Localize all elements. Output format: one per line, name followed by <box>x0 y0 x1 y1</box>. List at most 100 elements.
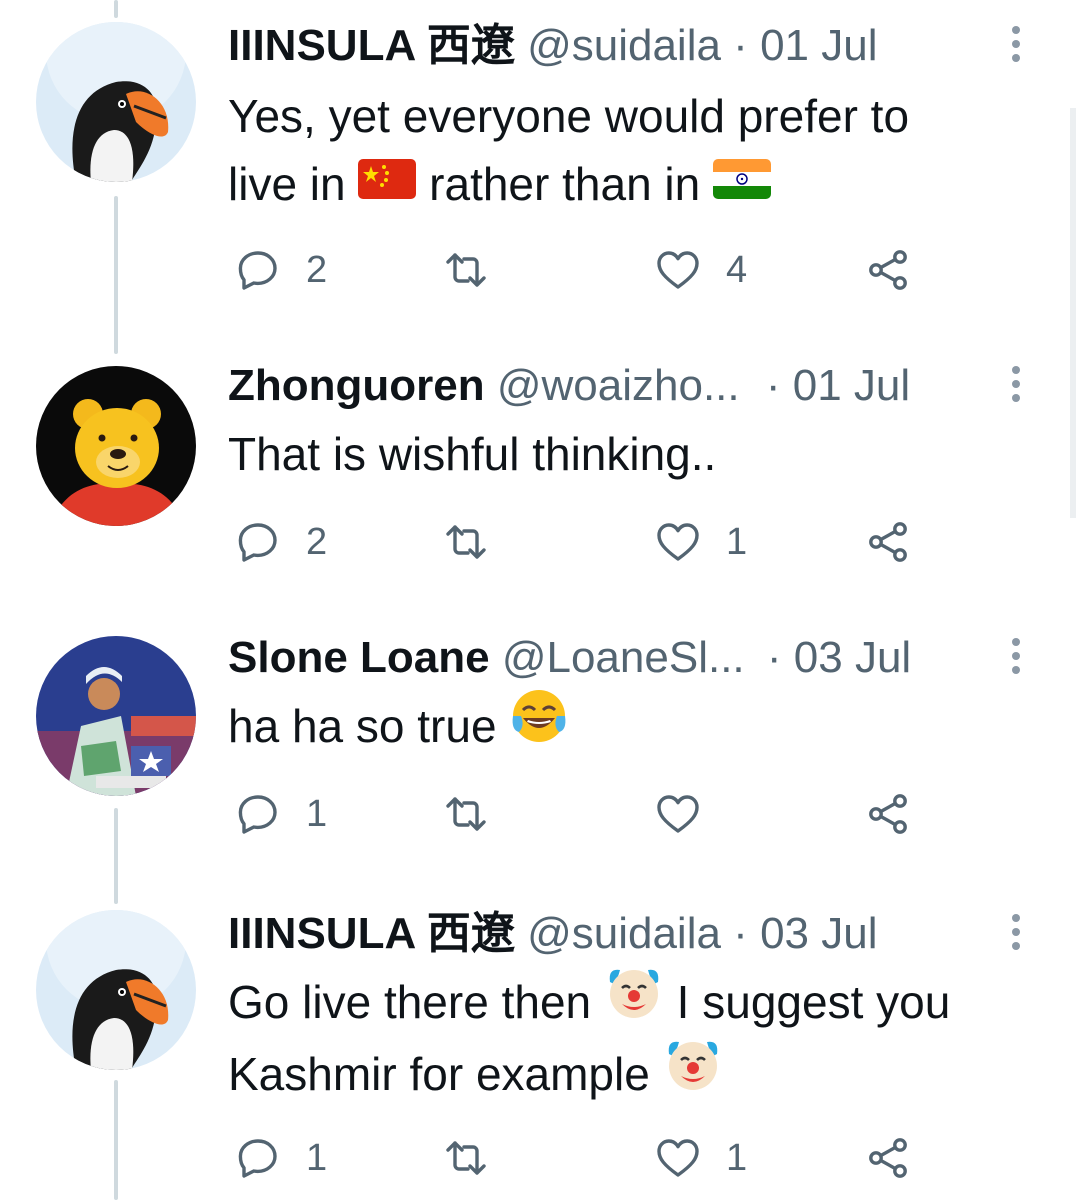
tweet-text: Go live there then I suggest you Kashmir… <box>228 968 1048 1112</box>
tweet-actions: 2 1 <box>228 514 928 570</box>
text-fragment: Kashmir for example <box>228 1047 650 1100</box>
reply-button[interactable]: 1 <box>234 786 327 842</box>
retweet-icon <box>446 525 486 559</box>
display-name[interactable]: IIINSULA 西遼 <box>228 909 515 958</box>
tweet-text-line: Yes, yet everyone would prefer to <box>228 90 910 142</box>
reply-icon <box>238 523 277 562</box>
clown-face-emoji <box>663 1034 723 1112</box>
puffin-avatar-icon <box>36 22 196 182</box>
like-count: 1 <box>726 520 748 563</box>
tweet-text: Yes, yet everyone would prefer to live i… <box>228 82 1048 218</box>
flag-india-emoji <box>713 149 772 217</box>
like-button[interactable]: 4 <box>654 242 747 298</box>
share-button[interactable] <box>864 514 912 570</box>
tweet-1[interactable]: IIINSULA 西遼 @suidaila · 01 Jul Yes, yet … <box>0 0 1076 320</box>
tweet-text-line: ha ha so true <box>228 689 1048 764</box>
separator-dot: · <box>733 909 748 958</box>
more-vertical-icon[interactable] <box>1006 638 1026 682</box>
avatar[interactable] <box>36 366 196 526</box>
anime-character-avatar-icon <box>36 636 196 796</box>
text-fragment: Go live there then <box>228 976 592 1028</box>
separator-dot: · <box>766 633 782 682</box>
retweet-icon <box>446 253 486 287</box>
like-count: 4 <box>726 248 748 291</box>
share-icon <box>869 250 907 290</box>
share-icon <box>869 1138 907 1178</box>
clown-face-emoji <box>604 962 664 1040</box>
retweet-button[interactable] <box>442 242 514 298</box>
tweet-actions: 1 1 <box>228 1130 928 1186</box>
tweet-text-line: Kashmir for example <box>228 1040 1048 1112</box>
more-vertical-icon[interactable] <box>1006 366 1026 410</box>
text-fragment: I suggest you <box>676 976 951 1028</box>
text-fragment: rather than in <box>429 158 701 210</box>
tweet-header: IIINSULA 西遼 @suidaila · 03 Jul <box>228 908 877 960</box>
tweet-header: Zhonguoren @woaizho... · 01 Jul <box>228 360 910 412</box>
reply-count: 2 <box>306 520 328 563</box>
tweet-text-line: Go live there then I suggest you <box>228 968 1048 1040</box>
user-handle[interactable]: @LoaneSl... <box>502 633 745 682</box>
heart-icon <box>657 523 699 561</box>
reply-icon <box>238 251 277 290</box>
avatar[interactable] <box>36 22 196 182</box>
heart-icon <box>657 251 699 289</box>
retweet-button[interactable] <box>442 1130 514 1186</box>
tweet-header: Slone Loane @LoaneSl... · 03 Jul <box>228 632 911 684</box>
tweet-date[interactable]: 01 Jul <box>760 21 877 70</box>
share-button[interactable] <box>864 786 912 842</box>
heart-icon <box>657 1139 699 1177</box>
separator-dot: · <box>765 361 781 410</box>
tweet-date[interactable]: 03 Jul <box>760 909 877 958</box>
reply-count: 1 <box>306 1136 328 1179</box>
reply-icon <box>238 1139 277 1178</box>
tweet-text: That is wishful thinking.. <box>228 420 1048 488</box>
tweet-header: IIINSULA 西遼 @suidaila · 01 Jul <box>228 20 877 72</box>
share-icon <box>869 522 907 562</box>
reply-button[interactable]: 2 <box>234 514 327 570</box>
user-handle[interactable]: @suidaila <box>527 21 721 70</box>
reply-icon <box>238 795 277 834</box>
tweet-date[interactable]: 03 Jul <box>794 633 911 682</box>
heart-icon <box>657 795 699 833</box>
more-vertical-icon[interactable] <box>1006 914 1026 958</box>
share-button[interactable] <box>864 1130 912 1186</box>
share-button[interactable] <box>864 242 912 298</box>
user-handle[interactable]: @woaizho... <box>497 361 740 410</box>
retweet-icon <box>446 1141 486 1175</box>
separator-dot: · <box>733 21 748 70</box>
avatar[interactable] <box>36 636 196 796</box>
like-button[interactable]: 1 <box>654 1130 747 1186</box>
user-handle[interactable]: @suidaila <box>527 909 721 958</box>
reply-button[interactable]: 2 <box>234 242 327 298</box>
tweet-date[interactable]: 01 Jul <box>793 361 910 410</box>
tweet-actions: 1 <box>228 786 928 842</box>
like-button[interactable] <box>654 786 726 842</box>
reply-count: 1 <box>306 792 328 835</box>
avatar[interactable] <box>36 910 196 1070</box>
retweet-button[interactable] <box>442 786 514 842</box>
like-count: 1 <box>726 1136 748 1179</box>
display-name[interactable]: Slone Loane <box>228 633 490 682</box>
tweet-actions: 2 4 <box>228 242 928 298</box>
flag-china-emoji <box>358 149 417 217</box>
retweet-button[interactable] <box>442 514 514 570</box>
tweet-text-line: That is wishful thinking.. <box>228 428 717 480</box>
tweet-2[interactable]: Zhonguoren @woaizho... · 01 Jul That is … <box>0 340 1076 600</box>
tweet-4[interactable]: IIINSULA 西遼 @suidaila · 03 Jul Go live t… <box>0 886 1076 1200</box>
display-name[interactable]: Zhonguoren <box>228 361 485 410</box>
tears-of-joy-emoji <box>509 686 569 764</box>
display-name[interactable]: IIINSULA 西遼 <box>228 21 515 70</box>
winnie-the-pooh-avatar-icon <box>36 366 196 526</box>
puffin-avatar-icon <box>36 910 196 1070</box>
retweet-icon <box>446 797 486 831</box>
more-vertical-icon[interactable] <box>1006 26 1026 70</box>
reply-count: 2 <box>306 248 328 291</box>
tweet-text: ha ha so true <box>228 689 1048 764</box>
tweet-text-line: live in rather than in <box>228 150 1048 218</box>
text-fragment: ha ha so true <box>228 700 497 752</box>
tweet-3[interactable]: Slone Loane @LoaneSl... · 03 Jul ha ha s… <box>0 612 1076 872</box>
reply-button[interactable]: 1 <box>234 1130 327 1186</box>
share-icon <box>869 794 907 834</box>
text-fragment: live in <box>228 158 346 210</box>
like-button[interactable]: 1 <box>654 514 747 570</box>
